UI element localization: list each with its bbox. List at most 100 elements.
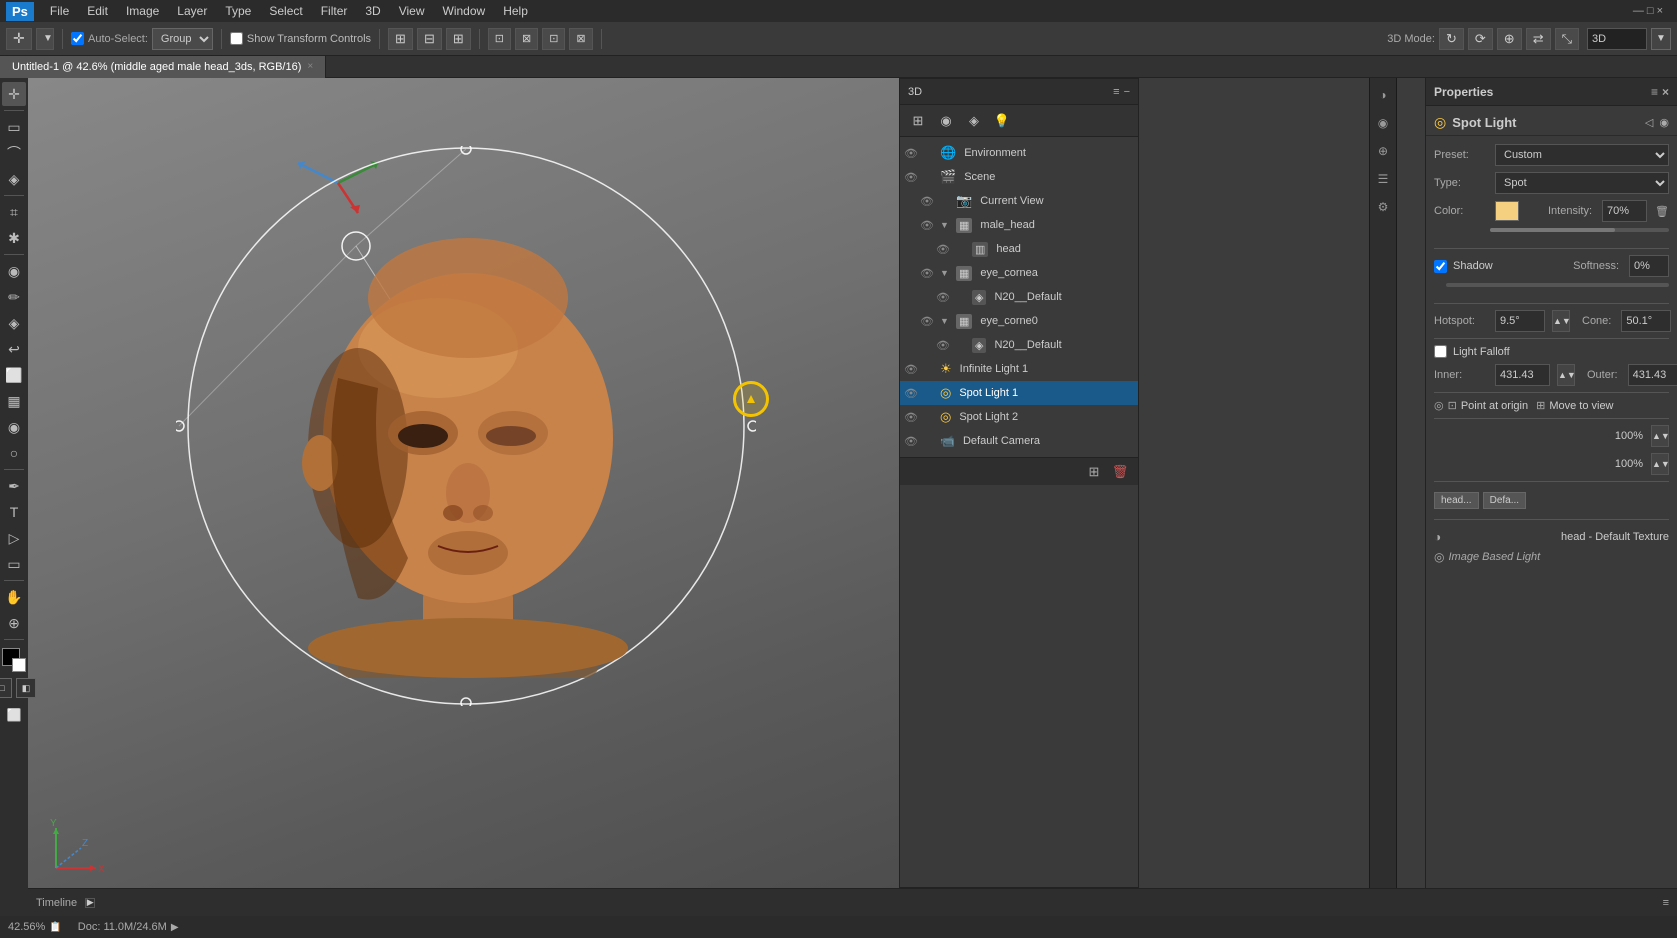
background-color[interactable] <box>12 658 26 672</box>
menu-image[interactable]: Image <box>118 2 167 20</box>
distribute-btn-1[interactable]: ⊡ <box>488 28 511 50</box>
outer-input[interactable]: 431.43 <box>1628 364 1677 386</box>
inner-stepper[interactable]: ▲▼ <box>1557 364 1575 386</box>
3d-slide-btn[interactable]: ⇄ <box>1526 28 1551 50</box>
prop-light-icon-1[interactable]: ◁ <box>1645 116 1653 129</box>
tree-item-head[interactable]: 👁 ▥ head <box>900 237 1138 261</box>
gradient-tool[interactable]: ▦ <box>2 389 26 413</box>
shadow-checkbox[interactable] <box>1434 260 1447 273</box>
menu-layer[interactable]: Layer <box>169 2 215 20</box>
delete-btn[interactable]: 🗑 <box>1110 462 1130 482</box>
menu-edit[interactable]: Edit <box>79 2 116 20</box>
tree-item-eye-corne0[interactable]: 👁 ▼ ▦ eye_corne0 <box>900 309 1138 333</box>
prop-icon-1[interactable]: ◑ <box>1372 84 1394 106</box>
prop-icon-4[interactable]: ☰ <box>1372 168 1394 190</box>
prop-bottom-icon-1[interactable]: ◑ <box>1434 530 1441 544</box>
3d-panel-minimize-btn[interactable]: − <box>1124 86 1130 98</box>
properties-options-btn[interactable]: ≡ <box>1651 85 1658 99</box>
transform-controls-checkbox[interactable] <box>230 32 243 45</box>
3d-material-btn[interactable]: ◈ <box>962 109 986 133</box>
3d-mode-input[interactable]: 3D <box>1587 28 1647 50</box>
timeline-options-btn[interactable]: ≡ <box>1663 897 1669 909</box>
screen-mode-btn[interactable]: ⬜ <box>3 704 25 726</box>
prop-light-icon-2[interactable]: ◉ <box>1659 116 1669 129</box>
eye-icon-environment[interactable]: 👁 <box>904 147 920 160</box>
prop-icon-5[interactable]: ⚙ <box>1372 196 1394 218</box>
color-swatch[interactable] <box>1495 201 1519 221</box>
eye-icon-eye-cornea[interactable]: 👁 <box>920 267 936 280</box>
distribute-btn-4[interactable]: ⊠ <box>569 28 592 50</box>
menu-filter[interactable]: Filter <box>313 2 356 20</box>
brush-tool[interactable]: ✏ <box>2 285 26 309</box>
defa-label-btn[interactable]: Defa... <box>1483 492 1526 509</box>
3d-mesh-btn[interactable]: ◉ <box>934 109 958 133</box>
light-falloff-checkbox[interactable] <box>1434 345 1447 358</box>
tree-item-spot-light-1[interactable]: 👁 ◎ Spot Light 1 <box>900 381 1138 405</box>
healing-brush-tool[interactable]: ◉ <box>2 259 26 283</box>
3d-light-btn[interactable]: 💡 <box>990 109 1014 133</box>
menu-type[interactable]: Type <box>217 2 259 20</box>
tree-item-infinite-light-1[interactable]: 👁 ☀ Infinite Light 1 <box>900 357 1138 381</box>
auto-select-dropdown[interactable]: Group <box>152 28 213 50</box>
quick-mask-btn[interactable]: ◧ <box>16 678 36 698</box>
align-right-btn[interactable]: ⊞ <box>446 28 471 50</box>
3d-scale-btn[interactable]: ⤡ <box>1555 28 1579 50</box>
eye-icon-spot-light-1[interactable]: 👁 <box>904 387 920 400</box>
hotspot-stepper[interactable]: ▲▼ <box>1552 310 1570 332</box>
standard-mode-btn[interactable]: □ <box>0 678 12 698</box>
align-center-btn[interactable]: ⊟ <box>417 28 442 50</box>
percent-1-stepper[interactable]: ▲▼ <box>1651 425 1669 447</box>
3d-pan-btn[interactable]: ⊕ <box>1497 28 1522 50</box>
menu-help[interactable]: Help <box>495 2 536 20</box>
intensity-slider[interactable] <box>1490 228 1669 232</box>
eyedropper-tool[interactable]: ✱ <box>2 226 26 250</box>
tree-item-environment[interactable]: 👁 🌐 Environment <box>900 141 1138 165</box>
mode-dropdown-btn[interactable]: ▼ <box>1651 28 1671 50</box>
eye-icon-n20-1[interactable]: 👁 <box>936 291 952 304</box>
softness-input[interactable]: 0% <box>1629 255 1669 277</box>
text-tool[interactable]: T <box>2 500 26 524</box>
percent-2-stepper[interactable]: ▲▼ <box>1651 453 1669 475</box>
eye-icon-male-head[interactable]: 👁 <box>920 219 936 232</box>
distribute-btn-3[interactable]: ⊡ <box>542 28 565 50</box>
eye-icon-spot-light-2[interactable]: 👁 <box>904 411 920 424</box>
expand-male-head[interactable]: ▼ <box>940 220 952 230</box>
inner-input[interactable]: 431.43 <box>1495 364 1550 386</box>
3d-roll-btn[interactable]: ⟳ <box>1468 28 1493 50</box>
auto-select-checkbox[interactable] <box>71 32 84 45</box>
eraser-tool[interactable]: ⬜ <box>2 363 26 387</box>
tool-options-btn[interactable]: ▼ <box>36 28 54 50</box>
hand-tool[interactable]: ✋ <box>2 585 26 609</box>
doc-info-expand[interactable]: ▶ <box>171 922 179 933</box>
lasso-tool[interactable]: ⌒ <box>2 141 26 165</box>
menu-3d[interactable]: 3D <box>357 2 388 20</box>
preset-dropdown[interactable]: Custom <box>1495 144 1669 166</box>
distribute-btn-2[interactable]: ⊠ <box>515 28 538 50</box>
eye-icon-n20-2[interactable]: 👁 <box>936 339 952 352</box>
eye-icon-eye-corne0[interactable]: 👁 <box>920 315 936 328</box>
tree-item-spot-light-2[interactable]: 👁 ◎ Spot Light 2 <box>900 405 1138 429</box>
add-new-btn[interactable]: ⊞ <box>1084 462 1104 482</box>
crop-tool[interactable]: ⌗ <box>2 200 26 224</box>
tree-item-male-head[interactable]: 👁 ▼ ▦ male_head <box>900 213 1138 237</box>
move-tool-btn[interactable]: ✛ <box>6 28 32 50</box>
pen-tool[interactable]: ✒ <box>2 474 26 498</box>
tree-item-eye-cornea[interactable]: 👁 ▼ ▦ eye_cornea <box>900 261 1138 285</box>
tree-item-n20-default-1[interactable]: 👁 ◈ N20__Default <box>900 285 1138 309</box>
cone-input[interactable]: 50.1° <box>1621 310 1671 332</box>
tree-item-scene[interactable]: 👁 🎬 Scene <box>900 165 1138 189</box>
dodge-tool[interactable]: ○ <box>2 441 26 465</box>
remove-btn[interactable]: 🗑 <box>1655 205 1669 218</box>
hotspot-input[interactable]: 9.5° <box>1495 310 1545 332</box>
menu-view[interactable]: View <box>391 2 433 20</box>
menu-file[interactable]: File <box>42 2 77 20</box>
tree-item-current-view[interactable]: 👁 📷 Current View <box>900 189 1138 213</box>
menu-window[interactable]: Window <box>435 2 494 20</box>
expand-eye-corne0[interactable]: ▼ <box>940 316 952 326</box>
align-left-btn[interactable]: ⊞ <box>388 28 413 50</box>
eye-icon-current-view[interactable]: 👁 <box>920 195 936 208</box>
shape-tool[interactable]: ▭ <box>2 552 26 576</box>
type-dropdown[interactable]: Spot <box>1495 172 1669 194</box>
softness-slider[interactable] <box>1446 283 1669 287</box>
head-label-btn[interactable]: head... <box>1434 492 1479 509</box>
